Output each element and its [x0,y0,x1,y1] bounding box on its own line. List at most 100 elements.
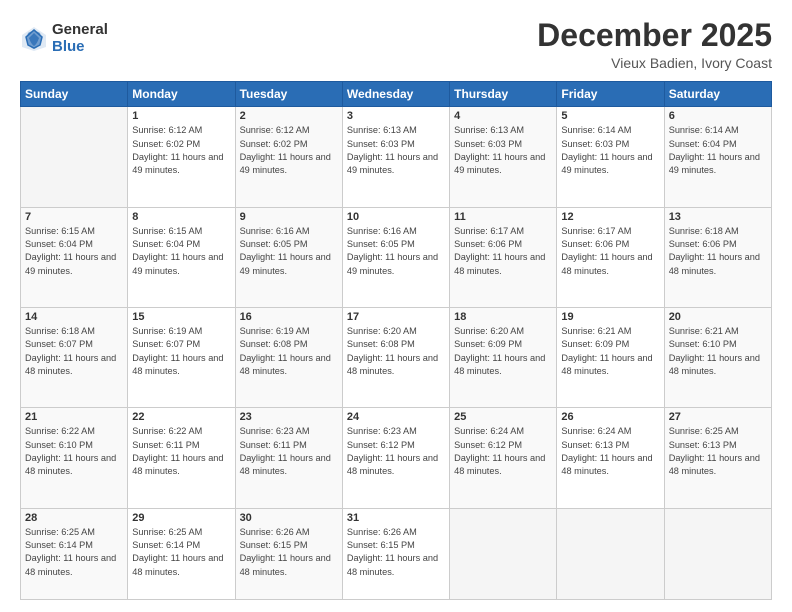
day-info: Sunrise: 6:24 AMSunset: 6:12 PMDaylight:… [454,425,552,478]
calendar-cell [664,508,771,599]
day-info: Sunrise: 6:12 AMSunset: 6:02 PMDaylight:… [240,124,338,177]
day-info: Sunrise: 6:22 AMSunset: 6:10 PMDaylight:… [25,425,123,478]
day-number: 26 [561,411,659,423]
calendar-body: 1 Sunrise: 6:12 AMSunset: 6:02 PMDaylight… [21,107,772,600]
calendar-table: Sunday Monday Tuesday Wednesday Thursday… [20,81,772,600]
day-number: 25 [454,411,552,423]
day-info: Sunrise: 6:20 AMSunset: 6:08 PMDaylight:… [347,325,445,378]
calendar-cell: 31 Sunrise: 6:26 AMSunset: 6:15 PMDayligh… [342,508,449,599]
day-number: 13 [669,211,767,223]
calendar-cell: 18Sunrise: 6:20 AMSunset: 6:09 PMDayligh… [450,307,557,407]
calendar-cell: 28 Sunrise: 6:25 AMSunset: 6:14 PMDayligh… [21,508,128,599]
calendar-cell: 22 Sunrise: 6:22 AMSunset: 6:11 PMDayligh… [128,408,235,508]
calendar-cell: 5 Sunrise: 6:14 AMSunset: 6:03 PMDaylight… [557,107,664,207]
day-info: Sunrise: 6:25 AMSunset: 6:14 PMDaylight:… [25,526,123,579]
header-wednesday: Wednesday [342,82,449,107]
day-number: 20 [669,311,767,323]
day-number: 27 [669,411,767,423]
calendar-week-row-3: 21 Sunrise: 6:22 AMSunset: 6:10 PMDayligh… [21,408,772,508]
day-number: 14 [25,311,123,323]
title-block: December 2025 Vieux Badien, Ivory Coast [537,18,772,71]
day-number: 21 [25,411,123,423]
day-info: Sunrise: 6:26 AMSunset: 6:15 PMDaylight:… [240,526,338,579]
day-number: 24 [347,411,445,423]
header-saturday: Saturday [664,82,771,107]
day-info: Sunrise: 6:23 AMSunset: 6:12 PMDaylight:… [347,425,445,478]
day-info: Sunrise: 6:26 AMSunset: 6:15 PMDaylight:… [347,526,445,579]
calendar-cell: 10 Sunrise: 6:16 AMSunset: 6:05 PMDayligh… [342,207,449,307]
calendar-cell: 12 Sunrise: 6:17 AMSunset: 6:06 PMDayligh… [557,207,664,307]
day-number: 10 [347,211,445,223]
day-number: 8 [132,211,230,223]
day-info: Sunrise: 6:15 AMSunset: 6:04 PMDaylight:… [132,225,230,278]
calendar-cell: 20 Sunrise: 6:21 AMSunset: 6:10 PMDayligh… [664,307,771,407]
header-sunday: Sunday [21,82,128,107]
header-tuesday: Tuesday [235,82,342,107]
calendar-cell: 19 Sunrise: 6:21 AMSunset: 6:09 PMDayligh… [557,307,664,407]
day-number: 1 [132,110,230,122]
logo-general-text: General [52,22,108,39]
calendar-cell: 7Sunrise: 6:15 AMSunset: 6:04 PMDaylight… [21,207,128,307]
calendar-cell: 8 Sunrise: 6:15 AMSunset: 6:04 PMDaylight… [128,207,235,307]
day-info: Sunrise: 6:13 AMSunset: 6:03 PMDaylight:… [347,124,445,177]
day-info: Sunrise: 6:18 AMSunset: 6:07 PMDaylight:… [25,325,123,378]
calendar-cell: 29 Sunrise: 6:25 AMSunset: 6:14 PMDayligh… [128,508,235,599]
day-info: Sunrise: 6:21 AMSunset: 6:09 PMDaylight:… [561,325,659,378]
day-info: Sunrise: 6:16 AMSunset: 6:05 PMDaylight:… [240,225,338,278]
day-info: Sunrise: 6:17 AMSunset: 6:06 PMDaylight:… [561,225,659,278]
day-number: 22 [132,411,230,423]
logo: General Blue [20,22,108,55]
header-friday: Friday [557,82,664,107]
day-info: Sunrise: 6:19 AMSunset: 6:07 PMDaylight:… [132,325,230,378]
logo-text: General Blue [52,22,108,55]
calendar-cell: 23Sunrise: 6:23 AMSunset: 6:11 PMDayligh… [235,408,342,508]
day-number: 11 [454,211,552,223]
day-info: Sunrise: 6:22 AMSunset: 6:11 PMDaylight:… [132,425,230,478]
logo-icon [20,25,48,53]
calendar-cell: 26 Sunrise: 6:24 AMSunset: 6:13 PMDayligh… [557,408,664,508]
calendar-week-row-0: 1 Sunrise: 6:12 AMSunset: 6:02 PMDaylight… [21,107,772,207]
calendar-cell [557,508,664,599]
location: Vieux Badien, Ivory Coast [537,55,772,71]
day-number: 29 [132,512,230,524]
day-info: Sunrise: 6:14 AMSunset: 6:04 PMDaylight:… [669,124,767,177]
day-info: Sunrise: 6:25 AMSunset: 6:13 PMDaylight:… [669,425,767,478]
day-number: 12 [561,211,659,223]
calendar-cell: 6Sunrise: 6:14 AMSunset: 6:04 PMDaylight… [664,107,771,207]
calendar-cell: 16Sunrise: 6:19 AMSunset: 6:08 PMDayligh… [235,307,342,407]
day-number: 15 [132,311,230,323]
day-info: Sunrise: 6:14 AMSunset: 6:03 PMDaylight:… [561,124,659,177]
day-info: Sunrise: 6:25 AMSunset: 6:14 PMDaylight:… [132,526,230,579]
header-monday: Monday [128,82,235,107]
day-info: Sunrise: 6:20 AMSunset: 6:09 PMDaylight:… [454,325,552,378]
day-number: 3 [347,110,445,122]
calendar-cell: 25 Sunrise: 6:24 AMSunset: 6:12 PMDayligh… [450,408,557,508]
day-info: Sunrise: 6:21 AMSunset: 6:10 PMDaylight:… [669,325,767,378]
day-number: 5 [561,110,659,122]
day-number: 28 [25,512,123,524]
calendar-cell [450,508,557,599]
day-number: 7 [25,211,123,223]
day-number: 2 [240,110,338,122]
header: General Blue December 2025 Vieux Badien,… [20,18,772,71]
day-number: 30 [240,512,338,524]
calendar-cell [21,107,128,207]
calendar-week-row-2: 14 Sunrise: 6:18 AMSunset: 6:07 PMDayligh… [21,307,772,407]
calendar-cell: 21 Sunrise: 6:22 AMSunset: 6:10 PMDayligh… [21,408,128,508]
day-number: 19 [561,311,659,323]
day-number: 17 [347,311,445,323]
calendar-cell: 17 Sunrise: 6:20 AMSunset: 6:08 PMDayligh… [342,307,449,407]
calendar-cell: 11Sunrise: 6:17 AMSunset: 6:06 PMDayligh… [450,207,557,307]
day-number: 31 [347,512,445,524]
day-number: 9 [240,211,338,223]
calendar-week-row-1: 7 Sunrise: 6:15 AMSunset: 6:04 PMDaylight… [21,207,772,307]
day-info: Sunrise: 6:16 AMSunset: 6:05 PMDaylight:… [347,225,445,278]
page: General Blue December 2025 Vieux Badien,… [0,0,792,612]
day-info: Sunrise: 6:13 AMSunset: 6:03 PMDaylight:… [454,124,552,177]
calendar-cell: 9 Sunrise: 6:16 AMSunset: 6:05 PMDaylight… [235,207,342,307]
calendar-cell: 3 Sunrise: 6:13 AMSunset: 6:03 PMDaylight… [342,107,449,207]
header-thursday: Thursday [450,82,557,107]
day-info: Sunrise: 6:19 AMSunset: 6:08 PMDaylight:… [240,325,338,378]
logo-blue-text: Blue [52,39,108,56]
day-info: Sunrise: 6:24 AMSunset: 6:13 PMDaylight:… [561,425,659,478]
